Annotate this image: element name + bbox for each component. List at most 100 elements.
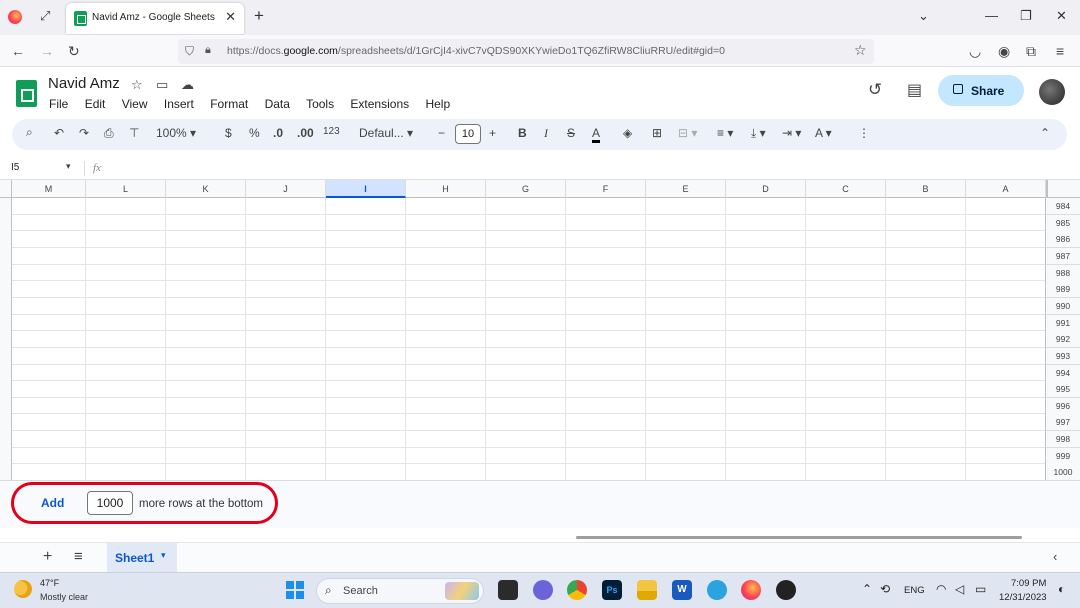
column-header-d[interactable]: D <box>726 180 806 198</box>
row-header-987[interactable]: 987 <box>1045 247 1080 265</box>
column-header-k[interactable]: K <box>166 180 246 198</box>
lock-icon[interactable]: 🔒︎ <box>205 44 211 57</box>
row-header-991[interactable]: 991 <box>1045 314 1080 332</box>
column-header-g[interactable]: G <box>486 180 566 198</box>
new-tab-icon[interactable]: + <box>254 6 264 26</box>
row-header-1000[interactable]: 1000 <box>1045 464 1080 480</box>
all-sheets-button[interactable]: ≡ <box>74 548 83 565</box>
windows-start-icon[interactable] <box>286 581 304 599</box>
text-rotation-icon[interactable]: A ▾ <box>815 126 832 140</box>
vertical-align-icon[interactable]: ⤓ ▾ <box>751 126 766 141</box>
back-icon[interactable]: ← <box>11 43 25 59</box>
battery-icon[interactable]: ▭ <box>975 582 986 596</box>
decrease-font-size-icon[interactable]: − <box>438 126 445 140</box>
tray-network-sync-icon[interactable]: ⟲ <box>880 582 890 596</box>
row-header-984[interactable]: 984 <box>1045 198 1080 215</box>
weather-desc[interactable]: Mostly clear <box>40 592 88 602</box>
weather-temp[interactable]: 47°F <box>40 578 59 588</box>
menu-data[interactable]: Data <box>265 97 290 111</box>
print-icon[interactable]: ⎙ <box>104 126 114 141</box>
language-indicator[interactable]: ENG <box>904 585 925 596</box>
text-wrap-icon[interactable]: ⇥ ▾ <box>782 126 801 140</box>
currency-format-button[interactable]: $ <box>225 126 232 140</box>
shield-icon[interactable]: ⛉ <box>185 44 194 59</box>
star-icon[interactable]: ☆ <box>131 77 143 93</box>
column-header-a[interactable]: A <box>966 180 1046 198</box>
formula-input[interactable] <box>112 160 1072 177</box>
version-history-icon[interactable]: ↺ <box>868 80 882 100</box>
maximize-icon[interactable]: ❐ <box>1020 8 1032 24</box>
row-header-994[interactable]: 994 <box>1045 364 1080 382</box>
row-header-997[interactable]: 997 <box>1045 414 1080 432</box>
row-header-985[interactable]: 985 <box>1045 214 1080 232</box>
move-folder-icon[interactable]: ▭ <box>156 77 168 93</box>
name-box-dropdown-icon[interactable]: ▾ <box>66 161 71 172</box>
document-title[interactable]: Navid Amz <box>48 75 120 92</box>
chat-icon[interactable] <box>533 580 553 600</box>
chrome-icon[interactable] <box>567 580 587 600</box>
sheet-tab-sheet1[interactable]: Sheet1 ▾ <box>107 543 177 572</box>
number-format-button[interactable]: 123 <box>323 126 340 137</box>
menu-edit[interactable]: Edit <box>85 97 106 111</box>
fill-color-icon[interactable]: ◈ <box>623 126 632 140</box>
column-header-f[interactable]: F <box>566 180 646 198</box>
row-header-992[interactable]: 992 <box>1045 331 1080 349</box>
column-header-c[interactable]: C <box>806 180 886 198</box>
menu-insert[interactable]: Insert <box>164 97 194 111</box>
telegram-icon[interactable] <box>707 580 727 600</box>
italic-button[interactable]: I <box>544 126 548 141</box>
merge-cells-icon[interactable]: ⊟ ▾ <box>678 126 697 140</box>
row-header-990[interactable]: 990 <box>1045 297 1080 315</box>
browser-tab[interactable]: Navid Amz - Google Sheets ✕ <box>66 3 244 34</box>
cloud-status-icon[interactable]: ☁ <box>181 77 194 93</box>
font-size-input[interactable]: 10 <box>455 124 481 144</box>
percent-format-button[interactable]: % <box>249 126 260 140</box>
undo-icon[interactable]: ↶ <box>54 126 64 140</box>
font-select[interactable]: Defaul... ▾ <box>359 126 413 140</box>
row-header-988[interactable]: 988 <box>1045 264 1080 282</box>
menu-extensions[interactable]: Extensions <box>350 97 409 111</box>
reload-icon[interactable]: ↻ <box>68 43 80 60</box>
row-header-999[interactable]: 999 <box>1045 447 1080 465</box>
column-header-h[interactable]: H <box>406 180 486 198</box>
media-player-icon[interactable] <box>776 580 796 600</box>
column-header-e[interactable]: E <box>646 180 726 198</box>
notifications-icon[interactable]: ◐ <box>1058 582 1065 596</box>
bold-button[interactable]: B <box>518 126 527 140</box>
account-icon[interactable]: ◉ <box>998 43 1010 60</box>
menu-file[interactable]: File <box>49 97 68 111</box>
menu-icon[interactable]: ≡ <box>1056 43 1064 59</box>
wifi-icon[interactable]: ◠ <box>936 582 946 596</box>
forward-icon[interactable]: → <box>40 43 54 59</box>
decrease-decimal-button[interactable]: .0 <box>273 126 283 140</box>
sheet-scroll-left-icon[interactable]: ‹ <box>1053 549 1057 564</box>
weather-icon[interactable] <box>14 580 32 598</box>
url-text[interactable]: https://docs.google.com/spreadsheets/d/1… <box>227 45 725 57</box>
sheets-logo-icon[interactable] <box>16 80 37 107</box>
menu-help[interactable]: Help <box>425 97 450 111</box>
expand-icon[interactable]: ⤢ <box>40 8 50 24</box>
column-header-j[interactable]: J <box>246 180 326 198</box>
extensions-icon[interactable]: ⧉ <box>1026 43 1036 60</box>
sheet-tab-dropdown-icon[interactable]: ▾ <box>161 550 166 561</box>
photoshop-icon[interactable]: Ps <box>602 580 622 600</box>
bookmark-star-icon[interactable]: ☆ <box>854 42 867 59</box>
row-header-998[interactable]: 998 <box>1045 431 1080 449</box>
strikethrough-button[interactable]: S <box>567 126 575 140</box>
row-header-995[interactable]: 995 <box>1045 381 1080 399</box>
increase-font-size-icon[interactable]: + <box>489 126 496 140</box>
tray-chevron-icon[interactable]: ⌃ <box>862 582 872 596</box>
align-left-icon[interactable]: ≡ ▾ <box>717 126 733 140</box>
horizontal-scrollbar[interactable] <box>576 536 1022 539</box>
firefox-icon[interactable] <box>8 10 22 24</box>
menu-format[interactable]: Format <box>210 97 248 111</box>
search-menus-icon[interactable]: ⌕ <box>26 125 33 140</box>
column-header-i[interactable]: I <box>326 180 406 198</box>
close-tab-icon[interactable]: ✕ <box>225 9 236 25</box>
minimize-icon[interactable]: — <box>985 8 998 23</box>
more-options-icon[interactable]: ⋮ <box>858 126 870 140</box>
tab-list-chevron-icon[interactable]: ⌄ <box>918 8 929 24</box>
task-view-icon[interactable] <box>498 580 518 600</box>
collapse-toolbar-icon[interactable]: ⌃ <box>1040 126 1050 140</box>
paint-format-icon[interactable]: ⊤ <box>129 126 139 140</box>
